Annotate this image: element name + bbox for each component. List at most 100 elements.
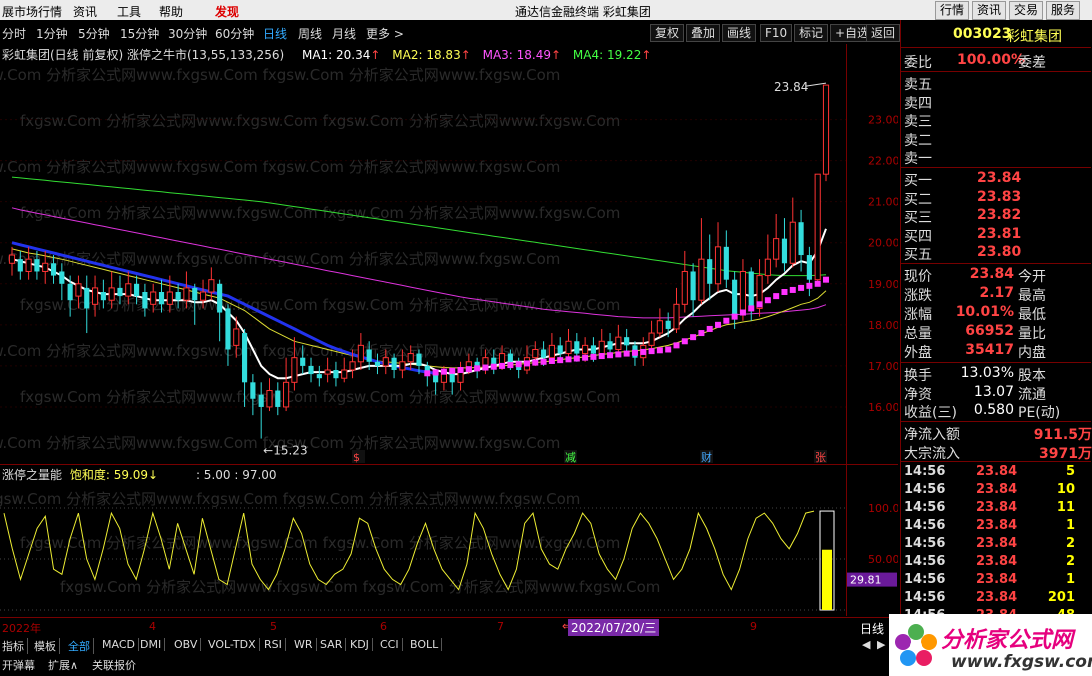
period-weekly[interactable]: 周线 xyxy=(298,25,322,42)
period-5min[interactable]: 5分钟 xyxy=(78,25,110,42)
indicator-tab-10[interactable]: KDJ xyxy=(350,638,373,651)
tick-row: 14:56 23.84 10 xyxy=(901,482,1091,500)
indicator-tab-8[interactable]: WR xyxy=(294,638,317,651)
tick-time: 14:56 xyxy=(904,572,946,587)
related-quote-button[interactable]: 关联报价 xyxy=(92,657,136,673)
indicator-tab-12[interactable]: BOLL xyxy=(410,638,443,651)
period-timeshare[interactable]: 分时 xyxy=(2,25,26,42)
stat-value: 13.03% xyxy=(960,365,1014,381)
tick-time: 14:56 xyxy=(904,482,946,497)
candle-body xyxy=(199,291,207,301)
trend-magenta-block xyxy=(756,301,763,308)
buy-label: 买五 xyxy=(904,247,932,263)
trade-button[interactable]: 交易 xyxy=(1009,1,1044,20)
candle-body xyxy=(698,258,705,301)
watermark-text: fxgsw.Com 分析家公式网www.fxgsw.Com fxgsw.Com … xyxy=(0,490,580,508)
candle-body xyxy=(673,303,680,330)
overlay-button[interactable]: 叠加 xyxy=(686,24,721,42)
candle-body xyxy=(258,394,264,407)
period-more[interactable]: 更多 > xyxy=(366,25,404,42)
price-axis-label: 21.00 xyxy=(868,196,898,209)
tick-volume: 201 xyxy=(1047,590,1075,605)
watermark: fxgsw.Com 分析家公式网www.fxgsw.Com fxgsw.Com … xyxy=(0,66,620,452)
trend-magenta-block xyxy=(590,353,597,360)
quote-row: 总量 66952 量比 xyxy=(901,323,1091,342)
candlestick-chart[interactable]: fxgsw.Com 分析家公式网www.fxgsw.Com fxgsw.Com … xyxy=(0,44,846,464)
candle-body xyxy=(681,270,688,305)
flow-label: 大宗流入 xyxy=(904,445,960,462)
logo-url: www.fxgsw.com xyxy=(951,652,1092,672)
logo-text: 分析家公式网 xyxy=(941,628,1074,653)
quote-row: 外盘 35417 内盘 xyxy=(901,342,1091,361)
indicator-tab-2[interactable]: 全部 xyxy=(68,638,94,654)
price-axis-label: 19.00 xyxy=(868,278,898,291)
back-button[interactable]: 返回 xyxy=(866,24,900,42)
tick-row: 14:56 23.84 1 xyxy=(901,518,1091,536)
draw-line-button[interactable]: 画线 xyxy=(722,24,757,42)
period-60min[interactable]: 60分钟 xyxy=(215,25,254,42)
candle-body xyxy=(217,283,223,313)
indicator-tab-9[interactable]: SAR xyxy=(320,638,347,651)
indicator-tab-7[interactable]: RSI xyxy=(264,638,286,651)
scroll-right-icon[interactable]: ▶ xyxy=(877,638,885,651)
trend-magenta-block xyxy=(690,334,697,341)
indicator-tab-5[interactable]: OBV xyxy=(174,638,202,651)
trend-magenta-block xyxy=(781,289,788,295)
candle-body xyxy=(8,254,16,264)
stock-code: 003023 xyxy=(953,26,1012,42)
legend-title: 彩虹集团(日线 前复权) 涨停之牛市(13,55,133,256) xyxy=(2,48,285,62)
f10-button[interactable]: F10 xyxy=(760,24,793,42)
menu-bar: 展市场行情 资讯 工具 帮助 发现 通达信金融终端 彩虹集团 行情 资讯 交易 … xyxy=(0,0,1092,20)
candle-body xyxy=(316,374,322,379)
period-1min[interactable]: 1分钟 xyxy=(36,25,68,42)
stat-label: 换手 xyxy=(904,368,932,384)
sell-label: 卖五 xyxy=(904,77,932,93)
indicator-tab-3[interactable]: MACD xyxy=(102,638,139,651)
period-daily[interactable]: 日线 xyxy=(263,25,287,42)
indicator-chart[interactable]: fxgsw.Com 分析家公式网www.fxgsw.Com fxgsw.Com … xyxy=(0,464,846,616)
info-button[interactable]: 资讯 xyxy=(972,1,1007,20)
period-bar: 分时 1分钟 5分钟 15分钟 30分钟 60分钟 日线 周线 月线 更多 > … xyxy=(0,22,900,42)
expand-button[interactable]: 扩展∧ xyxy=(48,657,78,673)
menu-item-market[interactable]: 展市场行情 xyxy=(2,3,62,20)
date-label-may: 5 xyxy=(270,620,277,633)
tick-row: 14:56 23.84 1 xyxy=(901,572,1091,590)
indicator-tab-4[interactable]: DMI xyxy=(140,638,166,651)
trend-magenta-block xyxy=(515,361,522,368)
indicator-tab-0[interactable]: 指标 xyxy=(2,638,28,654)
period-30min[interactable]: 30分钟 xyxy=(168,25,207,42)
quote-button[interactable]: 行情 xyxy=(935,1,970,20)
candle-body xyxy=(150,291,157,305)
period-monthly[interactable]: 月线 xyxy=(332,25,356,42)
watermark-text: fxgsw.Com 分析家公式网www.fxgsw.Com fxgsw.Com … xyxy=(0,250,560,268)
period-15min[interactable]: 15分钟 xyxy=(120,25,159,42)
menu-item-discover[interactable]: 发现 xyxy=(215,3,239,20)
indicator-legend: 涨停之量能 饱和度: 59.09↓ : 5.00 : 97.00 xyxy=(2,466,277,483)
candle-body xyxy=(789,221,796,264)
candle-body xyxy=(532,348,539,359)
sell-row: 卖三 xyxy=(901,111,1091,130)
candle-body xyxy=(648,332,655,346)
candle-body xyxy=(34,259,40,272)
scroll-left-icon[interactable]: ◀ xyxy=(862,638,870,651)
candle-body xyxy=(75,283,82,297)
mark-button[interactable]: 标记 xyxy=(794,24,829,42)
danmaku-toggle[interactable]: 开弹幕 xyxy=(2,657,35,673)
indicator-tab-11[interactable]: CCI xyxy=(380,638,403,651)
menu-item-tools[interactable]: 工具 xyxy=(117,3,141,20)
candle-body xyxy=(798,222,804,256)
menu-item-news[interactable]: 资讯 xyxy=(73,3,97,20)
menu-item-help[interactable]: 帮助 xyxy=(159,3,183,20)
price-axis-label: 18.00 xyxy=(868,319,898,332)
sell-row: 卖二 xyxy=(901,130,1091,149)
candle-body xyxy=(407,353,414,363)
service-button[interactable]: 服务 xyxy=(1046,1,1081,20)
trend-magenta-block xyxy=(706,325,713,332)
trend-magenta-block xyxy=(798,284,805,291)
tick-row: 14:56 23.84 2 xyxy=(901,554,1091,572)
trend-magenta-block xyxy=(773,293,780,300)
restore-rights-button[interactable]: 复权 xyxy=(650,24,685,42)
indicator-tab-1[interactable]: 模板 xyxy=(34,638,60,654)
indicator-tab-6[interactable]: VOL-TDX xyxy=(208,638,260,651)
trend-magenta-block xyxy=(806,282,813,289)
